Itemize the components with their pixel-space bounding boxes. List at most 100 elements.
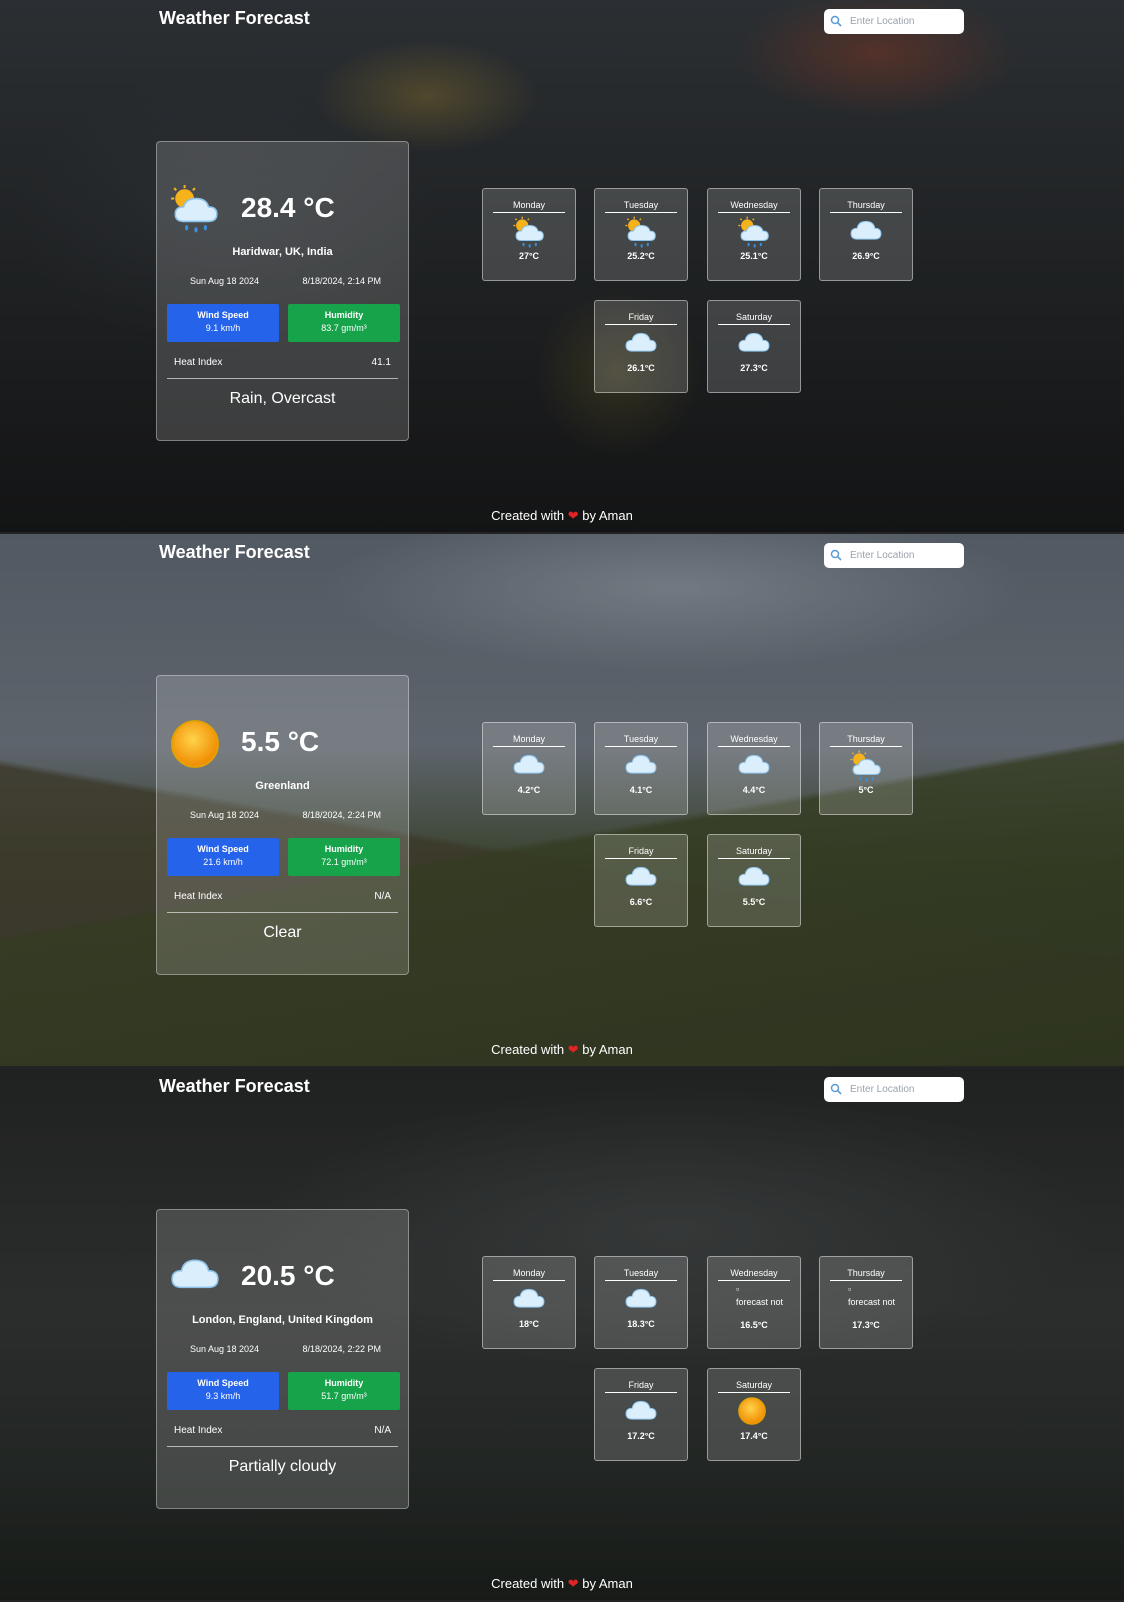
current-temperature: 20.5 °C xyxy=(241,1260,335,1291)
forecast-temp: 18.3°C xyxy=(627,1319,655,1329)
forecast-temp: 26.9°C xyxy=(852,251,880,261)
current-weather-card: 28.4 °C Haridwar, UK, India Sun Aug 18 2… xyxy=(156,141,409,441)
location-input[interactable] xyxy=(848,549,962,562)
forecast-temp: 4.1°C xyxy=(629,785,653,795)
forecast-temp: 5°C xyxy=(858,785,874,795)
footer-credit: Created with ❤ by Aman xyxy=(491,508,633,523)
cloud-icon xyxy=(512,750,546,780)
divider xyxy=(167,912,398,913)
forecast-day: Wednesday xyxy=(730,1268,778,1278)
forecast-card: Tuesday 4.1°C xyxy=(594,722,688,815)
wind-speed-label: Wind Speed xyxy=(197,1378,249,1388)
divider xyxy=(167,378,398,379)
forecast-day: Tuesday xyxy=(623,734,659,744)
location-name: Haridwar, UK, India xyxy=(232,246,333,258)
forecast-day: Thursday xyxy=(847,200,885,210)
search-icon xyxy=(830,549,844,563)
forecast-day: Thursday xyxy=(847,734,885,744)
location-input[interactable] xyxy=(848,15,962,28)
forecast-day: Tuesday xyxy=(623,200,659,210)
current-datetime: 8/18/2024, 2:24 PM xyxy=(302,810,381,820)
weather-app-panel: Weather Forecast 28.4 °C Haridwar, UK, I… xyxy=(0,0,1124,534)
forecast-day: Friday xyxy=(628,1380,654,1390)
sun-cloud-rain-icon xyxy=(737,216,771,248)
forecast-day: Saturday xyxy=(735,312,773,322)
current-datetime: 8/18/2024, 2:14 PM xyxy=(302,276,381,286)
forecast-card: Thursday 5°C xyxy=(819,722,913,815)
forecast-temp: 16.5°C xyxy=(740,1320,768,1330)
forecast-card: Friday 6.6°C xyxy=(594,834,688,927)
heart-icon: ❤ xyxy=(567,1576,579,1591)
cloud-icon xyxy=(624,328,658,358)
current-temperature: 5.5 °C xyxy=(241,726,320,757)
location-name: London, England, United Kingdom xyxy=(192,1314,373,1326)
divider xyxy=(167,1446,398,1447)
forecast-card: Wednesday 25.1°C xyxy=(707,188,801,281)
page-root: Weather Forecast 28.4 °C Haridwar, UK, I… xyxy=(0,0,1124,1602)
heat-index-label: Heat Index xyxy=(174,1425,223,1436)
humidity-badge: Humidity 72.1 gm/m³ xyxy=(288,838,400,876)
footer-credit: Created with ❤ by Aman xyxy=(491,1576,633,1591)
cloud-icon xyxy=(624,1284,658,1314)
sun-icon xyxy=(169,718,221,770)
current-date: Sun Aug 18 2024 xyxy=(190,810,260,820)
current-date: Sun Aug 18 2024 xyxy=(190,1344,260,1354)
current-weather-card: 5.5 °C Greenland Sun Aug 18 2024 8/18/20… xyxy=(156,675,409,975)
forecast-temp: 25.1°C xyxy=(740,251,768,261)
search-icon xyxy=(830,1083,844,1097)
cloud-icon xyxy=(737,328,771,358)
forecast-day: Monday xyxy=(512,734,546,744)
location-input[interactable] xyxy=(848,1083,962,1096)
sun-cloud-rain-icon xyxy=(624,216,658,248)
forecast-temp: 17.2°C xyxy=(627,1431,655,1441)
forecast-card: Friday 26.1°C xyxy=(594,300,688,393)
forecast-card: Thursday ▫ forecast not 17.3°C xyxy=(819,1256,913,1349)
forecast-day: Monday xyxy=(512,1268,546,1278)
forecast-temp: 17.3°C xyxy=(852,1320,880,1330)
forecast-card: Monday 4.2°C xyxy=(482,722,576,815)
forecast-day: Saturday xyxy=(735,1380,773,1390)
forecast-card: Saturday 17.4°C xyxy=(707,1368,801,1461)
current-weather-card: 20.5 °C London, England, United Kingdom … xyxy=(156,1209,409,1509)
forecast-card: Friday 17.2°C xyxy=(594,1368,688,1461)
current-temperature: 28.4 °C xyxy=(241,192,335,223)
app-title: Weather Forecast xyxy=(159,542,310,562)
wind-speed-value: 9.1 km/h xyxy=(205,323,241,333)
humidity-label: Humidity xyxy=(324,310,364,320)
heat-index-value: N/A xyxy=(374,1425,391,1436)
humidity-value: 51.7 gm/m³ xyxy=(321,1391,367,1401)
humidity-value: 83.7 gm/m³ xyxy=(321,323,367,333)
weather-condition: Rain, Overcast xyxy=(229,390,336,407)
search-box[interactable] xyxy=(824,9,964,34)
cloud-icon xyxy=(624,750,658,780)
cloud-icon xyxy=(512,1284,546,1314)
sun-cloud-rain-icon xyxy=(512,216,546,248)
forecast-card: Wednesday ▫ forecast not 16.5°C xyxy=(707,1256,801,1349)
current-datetime: 8/18/2024, 2:22 PM xyxy=(302,1344,381,1354)
location-name: Greenland xyxy=(255,780,310,792)
footer-credit: Created with ❤ by Aman xyxy=(491,1042,633,1057)
forecast-card: Tuesday 18.3°C xyxy=(594,1256,688,1349)
wind-speed-badge: Wind Speed 9.3 km/h xyxy=(167,1372,279,1410)
forecast-temp: 17.4°C xyxy=(740,1431,768,1441)
search-box[interactable] xyxy=(824,543,964,568)
wind-speed-badge: Wind Speed 21.6 km/h xyxy=(167,838,279,876)
forecast-card: Saturday 5.5°C xyxy=(707,834,801,927)
cloud-icon xyxy=(169,1252,221,1304)
forecast-temp: 4.2°C xyxy=(517,785,541,795)
weather-app-panel: Weather Forecast 20.5 °C London, England… xyxy=(0,1068,1124,1602)
forecast-temp: 27°C xyxy=(518,251,540,261)
forecast-temp: 6.6°C xyxy=(629,897,653,907)
forecast-day: Monday xyxy=(512,200,546,210)
sun-icon xyxy=(737,1396,771,1426)
humidity-badge: Humidity 51.7 gm/m³ xyxy=(288,1372,400,1410)
forecast-card: Saturday 27.3°C xyxy=(707,300,801,393)
forecast-day: Friday xyxy=(628,846,654,856)
forecast-temp: 27.3°C xyxy=(740,363,768,373)
humidity-badge: Humidity 83.7 gm/m³ xyxy=(288,304,400,342)
wind-speed-value: 21.6 km/h xyxy=(203,857,243,867)
search-box[interactable] xyxy=(824,1077,964,1102)
search-icon xyxy=(830,15,844,29)
forecast-day: Wednesday xyxy=(730,200,778,210)
forecast-card: Monday 18°C xyxy=(482,1256,576,1349)
